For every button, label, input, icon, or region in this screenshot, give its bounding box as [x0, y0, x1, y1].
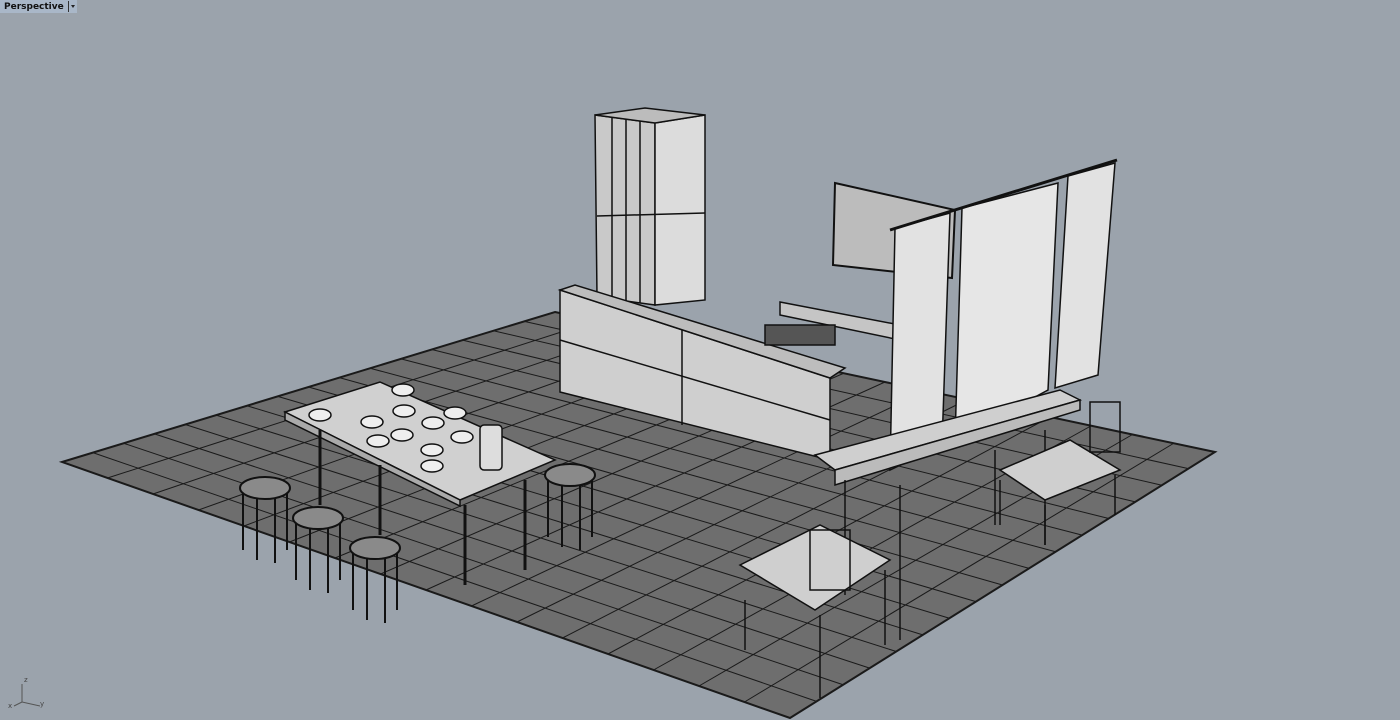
bowl — [443, 406, 467, 420]
stool[interactable] — [349, 536, 401, 623]
viewport-title-tab[interactable]: Perspective — [0, 0, 77, 13]
perspective-viewport[interactable] — [0, 0, 1400, 720]
bowl — [450, 430, 474, 444]
bowl — [366, 434, 390, 448]
bowl — [420, 459, 444, 473]
axis-z-label: z — [24, 676, 28, 684]
bowl — [421, 416, 445, 430]
bowl — [391, 383, 415, 397]
axis-widget: z y x — [6, 674, 46, 714]
bowl — [308, 408, 332, 422]
counter[interactable] — [764, 301, 901, 346]
chevron-down-icon[interactable] — [67, 1, 77, 12]
viewport-name: Perspective — [4, 1, 64, 12]
bowl — [392, 404, 416, 418]
axis-y-label: y — [40, 700, 45, 708]
axis-x-label: x — [8, 702, 13, 710]
bowl — [390, 428, 414, 442]
bowl — [420, 443, 444, 457]
bowl — [360, 415, 384, 429]
refrigerator[interactable] — [594, 107, 706, 306]
